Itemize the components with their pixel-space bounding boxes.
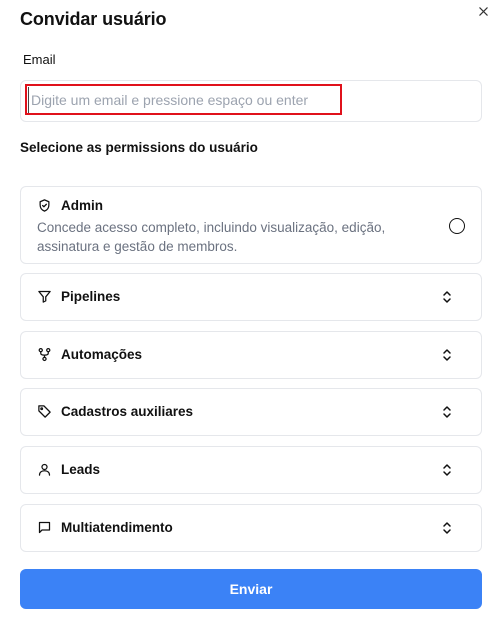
permission-card-cadastros-auxiliares[interactable]: Cadastros auxiliares	[20, 388, 482, 436]
permission-label-pipelines: Pipelines	[61, 289, 121, 304]
email-input[interactable]	[28, 87, 336, 113]
dialog-title: Convidar usuário	[20, 9, 167, 29]
submit-button[interactable]: Enviar	[20, 569, 482, 609]
user-icon	[38, 463, 51, 476]
email-label: Email	[23, 52, 56, 67]
shield-check-icon	[39, 199, 50, 212]
permissions-title: Selecione as permissions do usuário	[20, 140, 258, 155]
invite-user-dialog: Convidar usuário Email Selecione as perm…	[0, 0, 497, 621]
permission-label-automacoes: Automações	[61, 347, 143, 362]
workflow-icon	[38, 347, 51, 362]
admin-description: Concede acesso completo, incluindo visua…	[37, 220, 386, 254]
tag-icon	[38, 405, 51, 418]
chevrons-up-down-icon	[443, 406, 451, 418]
chevrons-up-down-icon	[443, 291, 451, 303]
admin-label: Admin	[61, 198, 103, 213]
message-square-icon	[38, 521, 51, 534]
permission-card-automacoes[interactable]: Automações	[20, 331, 482, 379]
admin-radio[interactable]	[449, 218, 465, 234]
permission-card-pipelines[interactable]: Pipelines	[20, 273, 482, 321]
chevrons-up-down-icon	[443, 522, 451, 534]
chevrons-up-down-icon	[443, 349, 451, 361]
permission-label-leads: Leads	[61, 462, 101, 477]
filter-icon	[38, 290, 51, 303]
close-icon	[478, 6, 488, 16]
close-button[interactable]	[474, 2, 492, 20]
permission-card-leads[interactable]: Leads	[20, 446, 482, 494]
permission-card-admin[interactable]: Admin Concede acesso completo, incluindo…	[20, 186, 482, 264]
permission-card-multiatendimento[interactable]: Multiatendimento	[20, 504, 482, 552]
permission-label-multiatendimento: Multiatendimento	[61, 520, 173, 535]
chevrons-up-down-icon	[443, 464, 451, 476]
permission-label-cadastros-auxiliares: Cadastros auxiliares	[61, 404, 194, 419]
